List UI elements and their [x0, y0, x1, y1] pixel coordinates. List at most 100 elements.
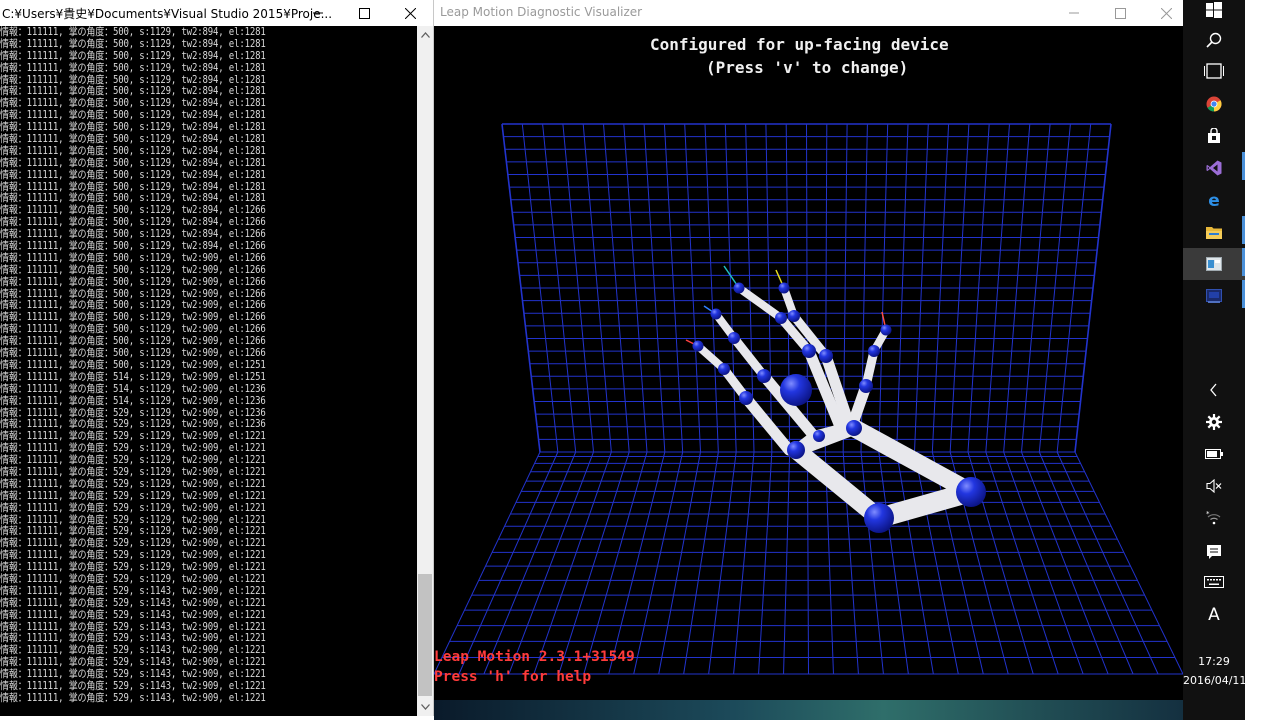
battery-icon: [1205, 449, 1223, 459]
maximize-icon: [1114, 7, 1126, 19]
store-taskbar-button[interactable]: [1183, 120, 1245, 152]
hand-joint: [846, 420, 862, 436]
hand-joint: [880, 324, 892, 336]
running-indicator: [1242, 216, 1245, 244]
grid-line: [985, 451, 1059, 675]
keyboard-icon: [1204, 576, 1224, 588]
edge-taskbar-button[interactable]: e: [1183, 184, 1245, 216]
chrome-icon: [1206, 96, 1222, 112]
maximize-icon: [358, 7, 370, 19]
ime-mode-indicator[interactable]: A: [1183, 601, 1245, 629]
console-line: 情報：111111, 掌の角度：529, s:1143, tw2:909, el…: [0, 691, 266, 704]
grid-line: [558, 451, 630, 675]
hand-joint: [778, 282, 790, 294]
hand-joint: [733, 282, 745, 294]
hand-joint: [802, 344, 816, 358]
running-indicator: [1242, 152, 1245, 180]
clock-date[interactable]: 2016/04/11: [1183, 674, 1246, 687]
store-icon: [1208, 128, 1220, 143]
scroll-down-button[interactable]: [417, 698, 433, 716]
console-output: 情報：111111, 掌の角度：500, s:1129, tw2:894, el…: [0, 26, 417, 717]
config-status-text: Configured for up-facing device: [650, 35, 949, 54]
grid-line: [783, 451, 791, 675]
hand-joint: [757, 369, 771, 383]
start-button[interactable]: [1183, 0, 1245, 26]
visualizer-taskbar-button[interactable]: [1183, 248, 1245, 280]
hand-joint: [710, 308, 722, 320]
minimize-icon: [313, 12, 323, 14]
hand-joint: [864, 503, 894, 533]
taskbar: e * A 17:29 2016/04/11: [1183, 0, 1246, 720]
minimize-icon: [1069, 12, 1079, 14]
visualizer-app-icon: [1206, 257, 1222, 271]
grid-line: [860, 451, 884, 675]
hand-joint: [813, 430, 825, 442]
visualizer-titlebar[interactable]: Leap Motion Diagnostic Visualizer: [434, 0, 1183, 26]
hand-joint: [718, 363, 730, 375]
config-hint-text: (Press 'v' to change): [706, 58, 909, 77]
maximize-button[interactable]: [341, 0, 387, 26]
edge-icon: e: [1208, 192, 1220, 208]
chevron-up-icon: [420, 32, 430, 38]
console-app-icon: [1206, 289, 1222, 303]
hand-joint: [819, 349, 833, 363]
task-view-icon: [1204, 63, 1224, 79]
grid-line: [483, 451, 577, 675]
file-explorer-icon: [1206, 227, 1222, 239]
grid-line: [633, 451, 684, 675]
hand-joint: [859, 379, 873, 393]
console-taskbar-button[interactable]: [1183, 280, 1245, 312]
wifi-tray-button[interactable]: *: [1183, 502, 1245, 534]
close-button[interactable]: [387, 0, 433, 26]
3d-scene-canvas[interactable]: [434, 26, 1183, 700]
hand-joint: [728, 332, 740, 344]
console-window[interactable]: C:¥Users¥貴史¥Documents¥Visual Studio 2015…: [0, 0, 434, 716]
visualizer-maximize-button[interactable]: [1097, 0, 1143, 26]
svg-text:*: *: [1206, 511, 1210, 518]
visual-studio-taskbar-button[interactable]: [1183, 152, 1245, 184]
scrollbar-thumb[interactable]: [418, 574, 432, 696]
clock-time[interactable]: 17:29: [1183, 655, 1245, 668]
grid-line: [583, 451, 648, 675]
console-titlebar[interactable]: C:¥Users¥貴史¥Documents¥Visual Studio 2015…: [0, 0, 433, 26]
grid-line: [1021, 451, 1109, 675]
task-view-button[interactable]: [1183, 55, 1245, 87]
hand-joint: [787, 441, 805, 459]
hand-joint: [868, 345, 880, 357]
visualizer-window[interactable]: Leap Motion Diagnostic Visualizer Config…: [434, 0, 1183, 700]
grid-line: [533, 451, 612, 675]
file-explorer-taskbar-button[interactable]: [1183, 216, 1245, 248]
grid-line: [458, 451, 559, 675]
show-hidden-icons-button[interactable]: [1183, 374, 1245, 406]
touch-keyboard-button[interactable]: [1183, 566, 1245, 598]
hand-bone: [845, 419, 980, 501]
grid-line: [1038, 451, 1134, 675]
hand-joint: [739, 391, 753, 405]
search-button[interactable]: [1183, 24, 1245, 56]
grid-line: [658, 451, 701, 675]
chevron-left-icon: [1210, 383, 1217, 397]
hand-bone: [729, 333, 769, 381]
hand-bone: [787, 441, 888, 527]
battery-tray-button[interactable]: [1183, 438, 1245, 470]
console-title: C:¥Users¥貴史¥Documents¥Visual Studio 2015…: [2, 7, 333, 21]
visualizer-minimize-button[interactable]: [1051, 0, 1097, 26]
hand-joint: [956, 477, 986, 507]
search-icon: [1206, 32, 1222, 48]
minimize-button[interactable]: [295, 0, 341, 26]
volume-tray-button[interactable]: [1183, 470, 1245, 502]
chrome-taskbar-button[interactable]: [1183, 88, 1245, 120]
svg-text:e: e: [1208, 192, 1220, 208]
version-text: Leap Motion 2.3.1+31549: [434, 649, 635, 665]
scroll-up-button[interactable]: [417, 26, 433, 44]
desktop-wallpaper: [434, 700, 1183, 720]
close-icon: [404, 7, 416, 19]
grid-line: [1056, 451, 1159, 675]
leap-motion-tray-button[interactable]: [1183, 406, 1245, 438]
grid-line: [733, 451, 755, 675]
action-center-button[interactable]: [1183, 536, 1245, 568]
grid-line: [806, 123, 808, 453]
volume-muted-icon: [1206, 479, 1222, 493]
console-scrollbar[interactable]: [417, 26, 433, 716]
close-icon: [1160, 7, 1172, 19]
